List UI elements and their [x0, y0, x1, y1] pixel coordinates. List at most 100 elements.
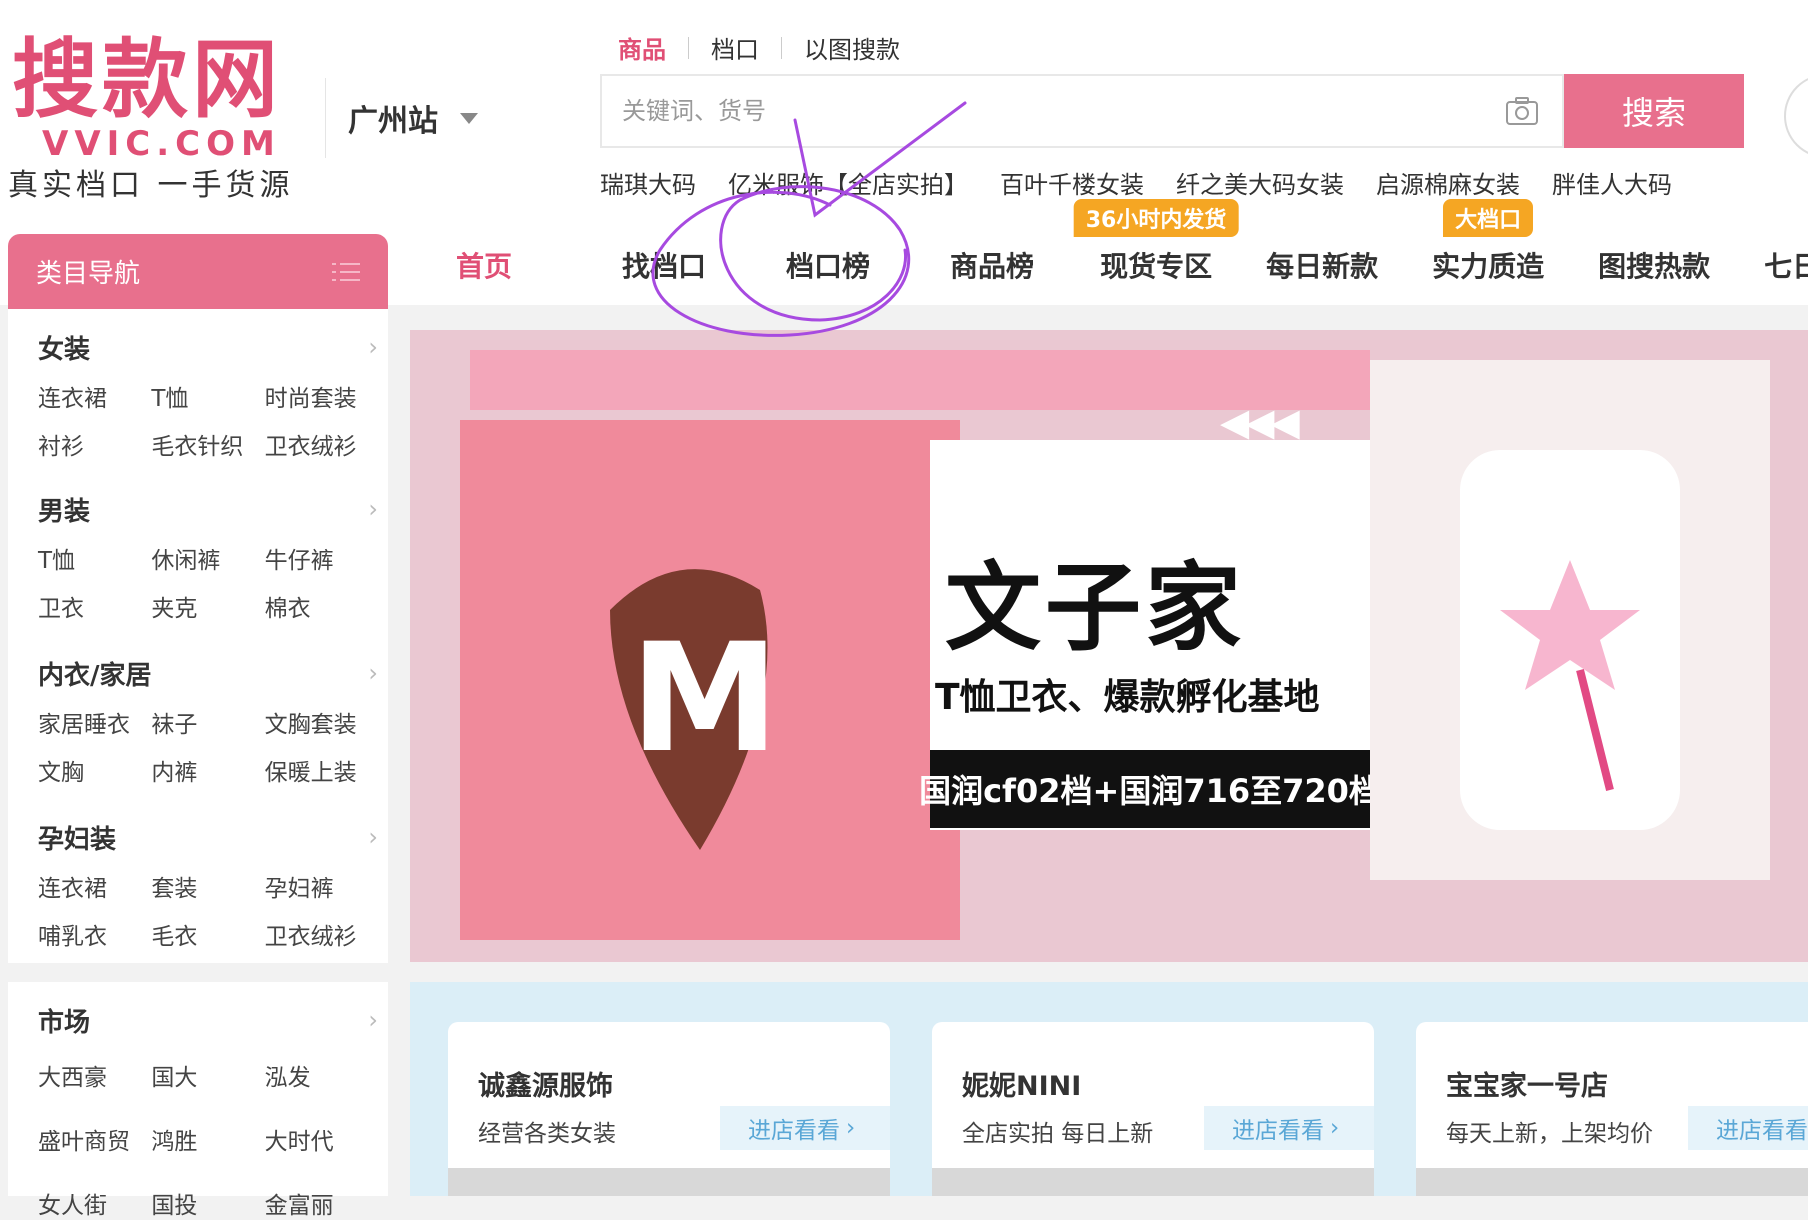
category-title[interactable]: 女装 ›	[38, 329, 378, 365]
nav-label: 图搜热款	[1598, 250, 1711, 283]
nav-label: 商品榜	[950, 250, 1035, 283]
category-group-maternity: 孕妇装 › 连衣裙 套装 孕妇裤 哺乳衣 毛衣 卫衣绒衫	[38, 819, 378, 951]
hot-word[interactable]: 百叶千楼女装	[1000, 165, 1144, 200]
search-button[interactable]: 搜索	[1564, 74, 1744, 148]
market-link[interactable]: 盛叶商贸	[38, 1122, 151, 1156]
category-link[interactable]: 时尚套装	[265, 379, 378, 413]
category-link[interactable]: 毛衣	[151, 917, 264, 951]
visit-store-link[interactable]: 进店看看›	[720, 1106, 890, 1150]
category-link[interactable]: T恤	[38, 541, 151, 575]
search-tab-products[interactable]: 商品	[618, 30, 688, 65]
category-link[interactable]: 毛衣针织	[151, 427, 264, 461]
banner-brand: 文子家	[945, 552, 1245, 664]
chevron-down-icon	[460, 112, 478, 124]
hot-word[interactable]: 瑞琪大码	[600, 165, 696, 200]
market-link[interactable]: 金富丽	[265, 1186, 378, 1220]
category-link[interactable]: 套装	[151, 869, 264, 903]
visit-store-label: 进店看看	[1232, 1118, 1324, 1144]
nav-find-stalls[interactable]: 找档口	[622, 245, 706, 285]
nav-daily-new[interactable]: 每日新款	[1266, 245, 1378, 285]
search-tab-stalls[interactable]: 档口	[689, 30, 781, 65]
category-link[interactable]: 内裤	[151, 753, 264, 787]
nav-seven-day-hot[interactable]: 七日热	[1764, 245, 1808, 285]
chevron-right-icon: ›	[368, 659, 378, 687]
category-nav-header[interactable]: 类目导航	[8, 234, 388, 309]
market-link[interactable]: 大西豪	[38, 1058, 151, 1092]
logo[interactable]: 搜款网 VVIC.COM 真实档口 一手货源	[8, 30, 302, 203]
market-link[interactable]: 女人街	[38, 1186, 151, 1220]
category-title-text: 男装	[38, 496, 91, 527]
nav-product-ranking[interactable]: 商品榜	[950, 245, 1034, 285]
nav-label: 现货专区	[1100, 250, 1213, 283]
visit-store-label: 进店看看	[748, 1118, 840, 1144]
list-icon	[332, 262, 360, 281]
category-link[interactable]: 文胸	[38, 753, 151, 787]
category-title[interactable]: 孕妇装 ›	[38, 819, 378, 855]
category-link[interactable]: 哺乳衣	[38, 917, 151, 951]
category-link[interactable]: T恤	[151, 379, 264, 413]
category-link[interactable]: 袜子	[151, 705, 264, 739]
category-title[interactable]: 男装 ›	[38, 491, 378, 527]
hot-word[interactable]: 纤之美大码女装	[1176, 165, 1344, 200]
hot-word[interactable]: 胖佳人大码	[1552, 165, 1672, 200]
visit-store-link[interactable]: 进店看看›	[1204, 1106, 1374, 1150]
category-link[interactable]: 卫衣	[38, 589, 151, 623]
chevron-right-icon: ›	[846, 1115, 856, 1141]
hot-word[interactable]: 亿米服饰【全店实拍】	[728, 165, 968, 200]
category-title[interactable]: 内衣/家居 ›	[38, 655, 378, 691]
station-selector[interactable]: 广州站	[325, 78, 478, 158]
store-section: 诚鑫源服饰 经营各类女装 进店看看 › 妮妮NINI 全店实拍 每日上新 进店看看…	[410, 982, 1808, 1196]
store-image	[932, 1168, 1374, 1196]
main-nav: 首页 找档口 档口榜 商品榜 36小时内发货 现货专区 每日新款 大档口 实力质…	[410, 199, 1808, 305]
category-link[interactable]: 保暖上装	[265, 753, 378, 787]
market-link[interactable]: 大时代	[265, 1122, 378, 1156]
store-card[interactable]: 宝宝家一号店 每天上新，上架均价 进店看看›	[1416, 1022, 1808, 1196]
logo-slogan: 真实档口 一手货源	[8, 168, 294, 203]
category-link[interactable]: 夹克	[151, 589, 264, 623]
category-link[interactable]: 卫衣绒衫	[265, 917, 378, 951]
category-link[interactable]: 孕妇裤	[265, 869, 378, 903]
category-title-text: 女装	[38, 334, 91, 365]
category-link[interactable]: 文胸套装	[265, 705, 378, 739]
nav-label: 实力质造	[1432, 250, 1545, 283]
nav-quality[interactable]: 大档口 实力质造	[1432, 199, 1545, 285]
category-title[interactable]: 市场 ›	[38, 1002, 378, 1038]
category-title-text: 孕妇装	[38, 824, 117, 855]
nav-label: 七日热	[1764, 250, 1808, 283]
hot-word[interactable]: 启源棉麻女装	[1376, 165, 1520, 200]
category-link[interactable]: 休闲裤	[151, 541, 264, 575]
category-panel: 女装 › 连衣裙 T恤 时尚套装 衬衫 毛衣针织 卫衣绒衫 男装 › T恤 休闲裤 牛仔裤 卫衣…	[8, 309, 388, 963]
visit-store-link[interactable]: 进店看看›	[1688, 1106, 1808, 1150]
promo-banner[interactable]: M ◀◀◀ 文子家 T恤卫衣、爆款孵化基地 国润cf02档+国润716至720档	[410, 330, 1808, 962]
nav-stall-ranking[interactable]: 档口榜	[786, 245, 870, 285]
market-panel: 市场 › 大西豪 国大 泓发 盛叶商贸 鸿胜 大时代 女人街 国投 金富丽	[8, 982, 388, 1219]
nav-home[interactable]: 首页	[456, 245, 512, 285]
market-link[interactable]: 国投	[151, 1186, 264, 1220]
avatar[interactable]	[1784, 74, 1808, 158]
camera-icon[interactable]	[1482, 76, 1562, 146]
market-link[interactable]: 泓发	[265, 1058, 378, 1092]
category-link[interactable]: 棉衣	[265, 589, 378, 623]
white-shirt-graphic	[1460, 450, 1680, 830]
category-link[interactable]: 连衣裙	[38, 379, 151, 413]
market-link[interactable]: 鸿胜	[151, 1122, 264, 1156]
store-card[interactable]: 诚鑫源服饰 经营各类女装 进店看看 ›	[448, 1022, 890, 1196]
category-link[interactable]: 家居睡衣	[38, 705, 151, 739]
nav-label: 每日新款	[1266, 250, 1379, 283]
logo-text: 搜款网	[12, 30, 282, 130]
category-group-womens: 女装 › 连衣裙 T恤 时尚套装 衬衫 毛衣针织 卫衣绒衫	[38, 329, 378, 461]
search-input[interactable]	[602, 76, 1482, 146]
store-card[interactable]: 妮妮NINI 全店实拍 每日上新 进店看看 ›	[932, 1022, 1374, 1196]
nav-in-stock[interactable]: 36小时内发货 现货专区	[1073, 199, 1239, 285]
chevron-right-icon: ›	[368, 1006, 378, 1034]
category-link[interactable]: 牛仔裤	[265, 541, 378, 575]
search-tab-image[interactable]: 以图搜款	[782, 30, 922, 65]
nav-image-search-hot[interactable]: 图搜热款	[1598, 245, 1710, 285]
category-link[interactable]: 卫衣绒衫	[265, 427, 378, 461]
category-link[interactable]: 衬衫	[38, 427, 151, 461]
market-link[interactable]: 国大	[151, 1058, 264, 1092]
category-link[interactable]: 连衣裙	[38, 869, 151, 903]
chevron-right-icon: ›	[1330, 1115, 1340, 1141]
shirt-letter: M	[630, 612, 779, 786]
store-name: 诚鑫源服饰	[478, 1071, 613, 1102]
